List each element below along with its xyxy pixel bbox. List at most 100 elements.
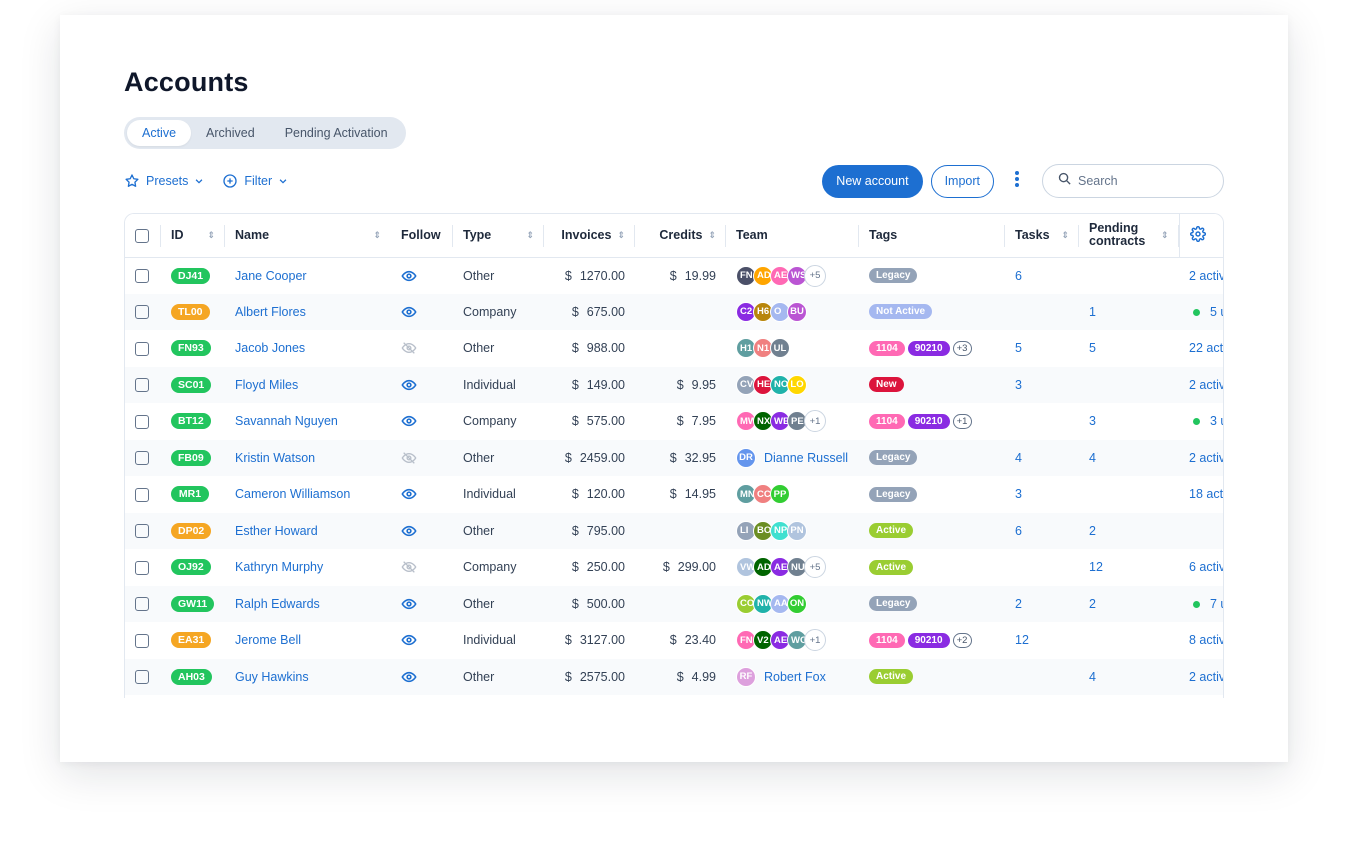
pending-contracts-link[interactable]: 4 — [1089, 670, 1096, 684]
pending-contracts-link[interactable]: 2 — [1089, 524, 1096, 538]
table-row[interactable]: SC01 Floyd Miles Individual $149.00 $9.9… — [125, 366, 1223, 403]
team-member-name[interactable]: Dianne Russell — [764, 451, 848, 465]
activity-link[interactable]: 2 activ — [1189, 670, 1223, 684]
account-name-link[interactable]: Guy Hawkins — [235, 670, 309, 684]
pending-contracts-link[interactable]: 3 — [1089, 414, 1096, 428]
row-checkbox[interactable] — [135, 597, 149, 612]
row-checkbox[interactable] — [135, 268, 149, 283]
pending-contracts-link[interactable]: 5 — [1089, 341, 1096, 355]
row-checkbox[interactable] — [135, 670, 149, 685]
activity-link[interactable]: 8 activ — [1189, 633, 1223, 647]
table-row[interactable]: BT12 Savannah Nguyen Company $575.00 $7.… — [125, 403, 1223, 440]
avatar-group[interactable]: VW AD AE NU +5 — [736, 556, 849, 579]
row-checkbox[interactable] — [135, 524, 149, 539]
follow-toggle[interactable] — [401, 596, 443, 612]
tasks-link[interactable]: 12 — [1015, 633, 1029, 647]
activity-link[interactable]: 3 u — [1210, 414, 1223, 428]
account-name-link[interactable]: Esther Howard — [235, 524, 318, 538]
column-header-name[interactable]: Name ⇕ — [225, 214, 391, 258]
follow-toggle[interactable] — [401, 377, 443, 393]
follow-toggle[interactable] — [401, 340, 443, 356]
table-row[interactable]: GW11 Ralph Edwards Other $500.00 CO NW AA O… — [125, 585, 1223, 622]
column-header-type[interactable]: Type ⇕ — [453, 214, 544, 258]
select-all-checkbox[interactable] — [135, 228, 149, 243]
tag-overflow-count[interactable]: +1 — [952, 413, 972, 429]
pending-contracts-link[interactable]: 4 — [1089, 451, 1096, 465]
follow-toggle[interactable] — [401, 413, 443, 429]
row-checkbox[interactable] — [135, 414, 149, 429]
table-row[interactable]: TL00 Albert Flores Company $675.00 C2 H6 O… — [125, 293, 1223, 330]
team-member[interactable]: DR Dianne Russell — [736, 447, 849, 468]
table-row[interactable]: FN93 Jacob Jones Other $988.00 H1 N1 UL 11… — [125, 330, 1223, 367]
account-name-link[interactable]: Ralph Edwards — [235, 597, 320, 611]
avatar-overflow-count[interactable]: +1 — [804, 410, 826, 433]
more-options-button[interactable] — [1002, 165, 1032, 198]
tasks-link[interactable]: 3 — [1015, 487, 1022, 501]
account-name-link[interactable]: Kristin Watson — [235, 451, 315, 465]
table-row[interactable]: FB09 Kristin Watson Other $2459.00 $32.9… — [125, 439, 1223, 476]
row-checkbox[interactable] — [135, 305, 149, 320]
row-checkbox[interactable] — [135, 341, 149, 356]
avatar-overflow-count[interactable]: +1 — [804, 629, 826, 652]
table-row[interactable]: AH03 Guy Hawkins Other $2575.00 $4.99 RF… — [125, 658, 1223, 695]
activity-link[interactable]: 2 activ — [1189, 269, 1223, 283]
tasks-link[interactable]: 5 — [1015, 341, 1022, 355]
avatar-group[interactable]: FN V2 AE WO +1 — [736, 629, 849, 652]
avatar-group[interactable]: H1 N1 UL — [736, 338, 849, 359]
avatar-overflow-count[interactable]: +5 — [804, 264, 826, 287]
tag-overflow-count[interactable]: +2 — [952, 632, 972, 648]
follow-toggle[interactable] — [401, 669, 443, 685]
account-name-link[interactable]: Floyd Miles — [235, 378, 298, 392]
row-checkbox[interactable] — [135, 487, 149, 502]
account-name-link[interactable]: Albert Flores — [235, 305, 306, 319]
activity-link[interactable]: 6 activ — [1189, 560, 1223, 574]
team-member[interactable]: RF Robert Fox — [736, 666, 849, 687]
search-input[interactable] — [1078, 174, 1208, 188]
activity-link[interactable]: 2 activ — [1189, 378, 1223, 392]
row-checkbox[interactable] — [135, 633, 149, 648]
tasks-link[interactable]: 6 — [1015, 524, 1022, 538]
account-name-link[interactable]: Jane Cooper — [235, 269, 307, 283]
column-header-tasks[interactable]: Tasks ⇕ — [1005, 214, 1079, 258]
account-name-link[interactable]: Kathryn Murphy — [235, 560, 323, 574]
tab-pending-activation[interactable]: Pending Activation — [270, 120, 403, 146]
column-header-pending-contracts[interactable]: Pending contracts ⇕ — [1079, 214, 1179, 258]
tasks-link[interactable]: 6 — [1015, 269, 1022, 283]
tasks-link[interactable]: 4 — [1015, 451, 1022, 465]
account-name-link[interactable]: Jerome Bell — [235, 633, 301, 647]
table-row[interactable]: DP02 Esther Howard Other $795.00 LI BO NP P… — [125, 512, 1223, 549]
table-row[interactable]: DJ41 Jane Cooper Other $1270.00 $19.99 F… — [125, 257, 1223, 294]
tag-overflow-count[interactable]: +3 — [952, 340, 972, 356]
account-name-link[interactable]: Savannah Nguyen — [235, 414, 338, 428]
follow-toggle[interactable] — [401, 632, 443, 648]
follow-toggle[interactable] — [401, 559, 443, 575]
column-settings-header[interactable] — [1178, 214, 1223, 258]
presets-button[interactable]: Presets — [124, 173, 204, 189]
pending-contracts-link[interactable]: 12 — [1089, 560, 1103, 574]
activity-link[interactable]: 2 activ — [1189, 451, 1223, 465]
new-account-button[interactable]: New account — [822, 164, 923, 198]
account-name-link[interactable]: Cameron Williamson — [235, 487, 350, 501]
avatar-group[interactable]: CO NW AA ON — [736, 593, 849, 614]
tasks-link[interactable]: 3 — [1015, 378, 1022, 392]
avatar-group[interactable]: LI BO NP PN — [736, 520, 849, 541]
account-name-link[interactable]: Jacob Jones — [235, 341, 305, 355]
avatar-group[interactable]: FN AD AE WS +5 — [736, 264, 849, 287]
column-header-credits[interactable]: Credits ⇕ — [635, 214, 726, 258]
pending-contracts-link[interactable]: 1 — [1089, 305, 1096, 319]
avatar-group[interactable]: C2 H6 O BU — [736, 301, 849, 322]
column-header-invoices[interactable]: Invoices ⇕ — [544, 214, 635, 258]
avatar-group[interactable]: MW NX WE PE +1 — [736, 410, 849, 433]
follow-toggle[interactable] — [401, 450, 443, 466]
avatar-group[interactable]: MN CC PP — [736, 484, 849, 505]
follow-toggle[interactable] — [401, 268, 443, 284]
team-member-name[interactable]: Robert Fox — [764, 670, 826, 684]
follow-toggle[interactable] — [401, 523, 443, 539]
table-row[interactable]: OJ92 Kathryn Murphy Company $250.00 $299… — [125, 549, 1223, 586]
row-checkbox[interactable] — [135, 451, 149, 466]
activity-link[interactable]: 7 u — [1210, 597, 1223, 611]
row-checkbox[interactable] — [135, 378, 149, 393]
follow-toggle[interactable] — [401, 304, 443, 320]
tab-archived[interactable]: Archived — [191, 120, 270, 146]
activity-link[interactable]: 22 acti — [1189, 341, 1223, 355]
